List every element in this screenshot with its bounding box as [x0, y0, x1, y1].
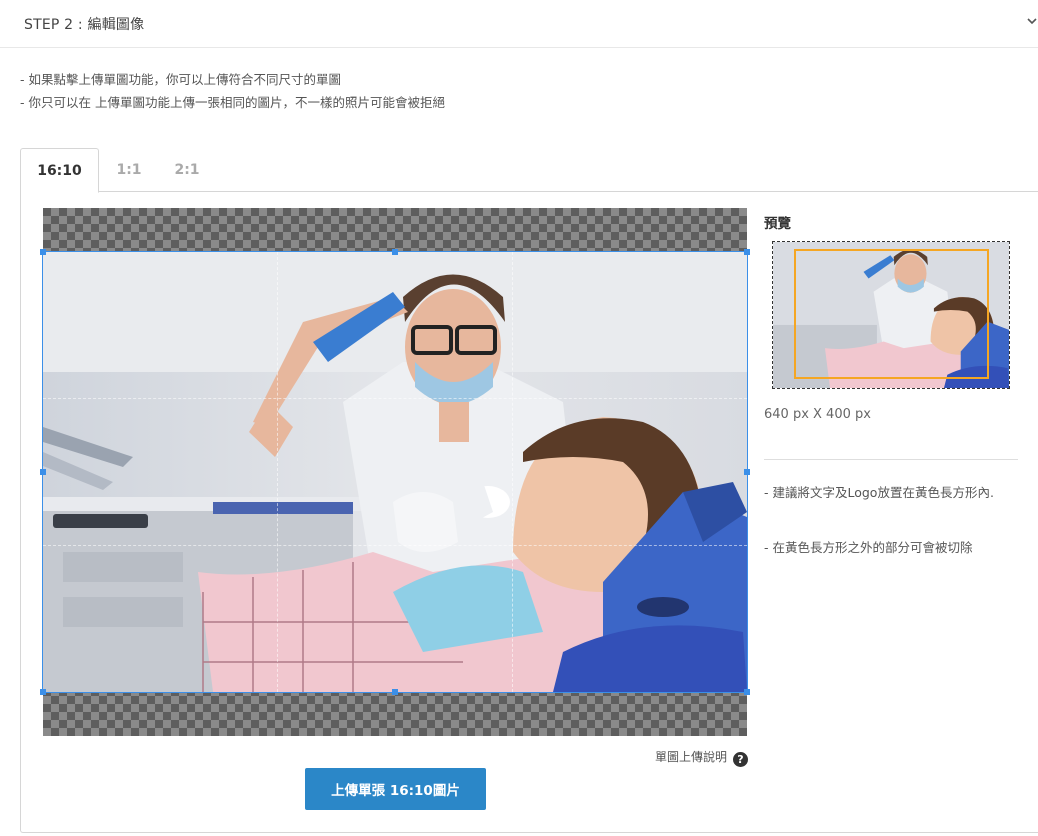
tab-16-10[interactable]: 16:10 — [20, 148, 99, 193]
crop-handle-e[interactable] — [744, 469, 750, 475]
crop-grid-line — [43, 398, 747, 399]
preview-thumbnail — [772, 241, 1010, 389]
upload-single-image-button[interactable]: 上傳單張 16:10圖片 — [305, 768, 486, 810]
crop-handle-se[interactable] — [744, 689, 750, 695]
safe-area-rectangle — [794, 249, 989, 379]
upload-help-label: 單圖上傳說明 — [654, 750, 727, 764]
crop-handle-ne[interactable] — [744, 249, 750, 255]
crop-handle-nw[interactable] — [40, 249, 46, 255]
step-title: STEP 2 : 編輯圖像 — [24, 17, 145, 33]
tab-1-1[interactable]: 1:1 — [104, 148, 154, 192]
crop-grid-line — [512, 252, 513, 692]
question-circle-icon[interactable]: ? — [733, 752, 748, 767]
upload-help-link[interactable]: 單圖上傳說明? — [600, 748, 748, 768]
step-header[interactable]: STEP 2 : 編輯圖像 — [0, 0, 1038, 48]
crop-handle-w[interactable] — [40, 469, 46, 475]
crop-grid-line — [277, 252, 278, 692]
preview-tip: - 在黃色長方形之外的部分可會被切除 — [764, 540, 973, 555]
note-line: - 如果點擊上傳單圖功能，你可以上傳符合不同尺寸的單圖 — [20, 72, 341, 87]
preview-dimensions: 640 px X 400 px — [764, 407, 871, 422]
ratio-tabs: 16:10 1:1 2:1 — [20, 148, 1038, 193]
crop-grid-line — [43, 545, 747, 546]
preview-divider — [764, 459, 1018, 460]
crop-handle-n[interactable] — [392, 249, 398, 255]
chevron-down-icon[interactable] — [1026, 15, 1038, 27]
crop-handle-sw[interactable] — [40, 689, 46, 695]
note-line: - 你只可以在 上傳單圖功能上傳一張相同的圖片，不一樣的照片可能會被拒絕 — [20, 95, 445, 110]
preview-tip: - 建議將文字及Logo放置在黃色長方形內. — [764, 485, 994, 500]
tab-2-1[interactable]: 2:1 — [164, 148, 210, 192]
crop-handle-s[interactable] — [392, 689, 398, 695]
preview-title: 預覽 — [764, 216, 791, 232]
crop-selection-box[interactable] — [40, 249, 750, 695]
instruction-notes: - 如果點擊上傳單圖功能，你可以上傳符合不同尺寸的單圖 - 你只可以在 上傳單圖… — [20, 68, 445, 114]
